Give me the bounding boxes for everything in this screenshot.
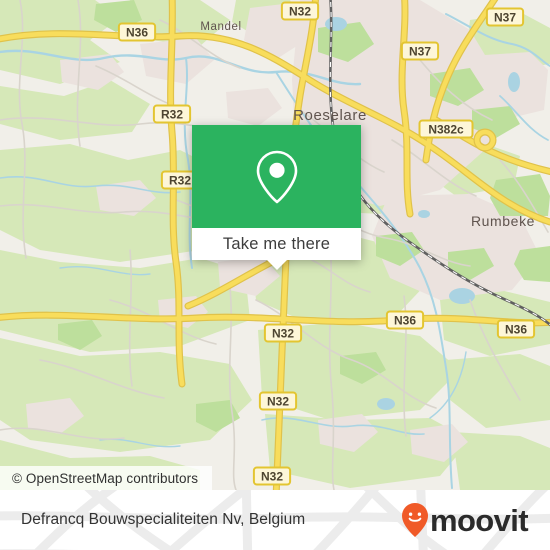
road-shield: N36: [496, 319, 536, 339]
road-shield-label: N32: [267, 395, 289, 409]
map-place-label: Rumbeke: [471, 213, 535, 229]
popup-icon-area: [192, 125, 361, 228]
popup-pointer-tail: [265, 259, 288, 270]
road-shield-label: N32: [272, 327, 294, 341]
road-shield-label: N37: [494, 11, 516, 25]
road-shield-label: N37: [409, 45, 431, 59]
popup-action-area[interactable]: Take me there: [192, 228, 361, 270]
road-shield: N32: [263, 323, 303, 343]
road-shield-label: N36: [394, 314, 416, 328]
road-shield: N36: [117, 22, 157, 42]
footer-bar: Defrancq Bouwspecialiteiten Nv, Belgium …: [0, 490, 550, 550]
map-place-label: Mandel: [200, 21, 241, 33]
attribution-text: © OpenStreetMap contributors: [12, 470, 199, 486]
road-shield-label: N32: [289, 5, 311, 19]
map-place-label: Roeselare: [293, 107, 367, 124]
road-shield: R32: [152, 104, 192, 124]
road-shield: N32: [258, 391, 298, 411]
moovit-logo[interactable]: moovit: [401, 502, 529, 538]
road-shield-label: R32: [161, 108, 183, 122]
map-pin-icon: [256, 150, 297, 203]
road-shield: N32: [280, 1, 320, 21]
road-shield-label: N382c: [428, 123, 464, 137]
location-popup-card[interactable]: Take me there: [192, 125, 361, 270]
road-shield-label: N36: [126, 26, 148, 40]
moovit-smiley-pin-icon: [401, 503, 428, 537]
osm-attribution[interactable]: © OpenStreetMap contributors: [0, 466, 213, 490]
place-title: Defrancq Bouwspecialiteiten Nv, Belgium: [21, 511, 306, 528]
road-shield: N37: [485, 7, 525, 27]
road-shield-label: N36: [505, 323, 527, 337]
moovit-map-screenshot: Mandel Roeselare Rumbeke N36 N32 N37 N37 R32 R3…: [0, 0, 550, 550]
road-shield-label: R32: [169, 174, 191, 188]
road-shield-label: N32: [261, 470, 283, 484]
road-shield: N37: [400, 41, 440, 61]
brand-wordmark: moovit: [429, 502, 529, 538]
road-shield: N382c: [418, 119, 474, 139]
footer-content: Defrancq Bouwspecialiteiten Nv, Belgium …: [0, 490, 550, 550]
take-me-there-label: Take me there: [222, 234, 331, 253]
road-shield: N32: [252, 466, 292, 486]
road-shield: N36: [385, 310, 425, 330]
